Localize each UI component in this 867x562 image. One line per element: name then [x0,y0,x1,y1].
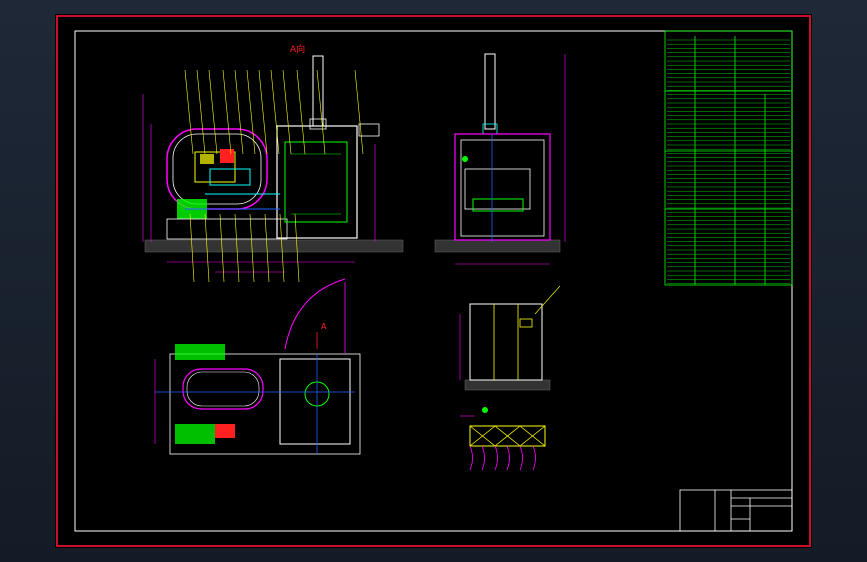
leader-line [196,69,206,155]
leader-line [282,69,292,155]
leader-line [354,69,364,155]
plan-view: A [154,278,361,455]
spec-table-rows [667,39,790,284]
leader-line [208,69,218,155]
cabinet-plan-view [460,407,546,471]
section-a-label: A [321,322,327,331]
front-elevation-view: A向 [142,43,404,283]
leader-line [296,69,306,155]
cad-drawing: A向 A [56,15,811,547]
cabinet-elevation-view [459,285,561,391]
title-block [679,489,793,532]
leader-line [234,69,244,155]
sheet-outer-border [56,15,811,547]
side-elevation-view [434,53,566,265]
leader-line [270,69,280,155]
spec-tables [664,30,793,286]
view-a-label: A向 [290,43,305,55]
drawing-sheet: A向 A [55,14,812,548]
leader-line [246,69,256,155]
leader-line [222,69,232,155]
leader-line [258,69,268,155]
leader-line [184,69,194,155]
leader-line [316,69,326,155]
sheet-inner-frame [74,30,793,532]
